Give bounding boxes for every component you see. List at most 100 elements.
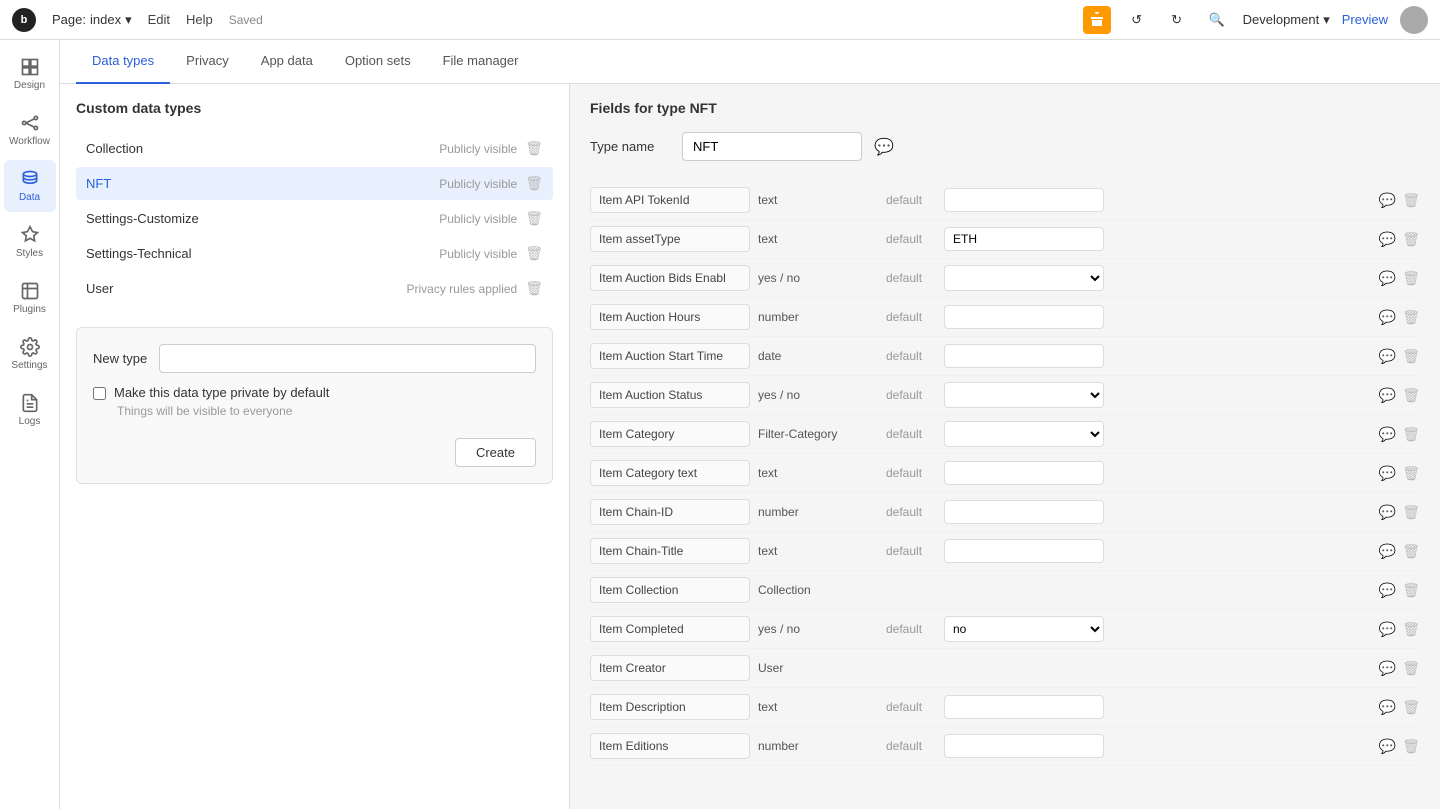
tab-option-sets[interactable]: Option sets xyxy=(329,40,427,84)
delete-icon[interactable]: 🗑 xyxy=(525,175,543,192)
comment-icon[interactable]: 💬 xyxy=(1379,465,1396,482)
new-type-input[interactable] xyxy=(159,344,536,373)
field-default-select[interactable]: yesno xyxy=(944,421,1104,447)
avatar[interactable] xyxy=(1400,6,1428,34)
tab-app-data[interactable]: App data xyxy=(245,40,329,84)
delete-icon[interactable]: 🗑 xyxy=(525,280,543,297)
delete-icon[interactable]: 🗑 xyxy=(1402,699,1420,716)
delete-icon[interactable]: 🗑 xyxy=(1402,582,1420,599)
delete-icon[interactable]: 🗑 xyxy=(1402,543,1420,560)
delete-icon[interactable]: 🗑 xyxy=(525,245,543,262)
env-chevron-icon: ▾ xyxy=(1323,12,1330,28)
field-default-label: default xyxy=(886,232,936,246)
data-type-name: User xyxy=(86,281,113,296)
saved-status: Saved xyxy=(229,13,263,27)
private-checkbox[interactable] xyxy=(93,387,106,400)
delete-icon[interactable]: 🗑 xyxy=(1402,192,1420,209)
field-default-select[interactable]: yesno xyxy=(944,265,1104,291)
tabs-bar: Data types Privacy App data Option sets … xyxy=(60,40,1440,84)
comment-icon[interactable]: 💬 xyxy=(1379,582,1396,599)
field-default-input[interactable] xyxy=(944,500,1104,524)
comment-icon[interactable]: 💬 xyxy=(1379,348,1396,365)
field-default-input[interactable] xyxy=(944,539,1104,563)
field-type: date xyxy=(758,349,878,363)
delete-icon[interactable]: 🗑 xyxy=(1402,465,1420,482)
field-default-select[interactable]: yesno xyxy=(944,616,1104,642)
sidebar-item-design[interactable]: Design xyxy=(4,48,56,100)
sidebar-item-data[interactable]: Data xyxy=(4,160,56,212)
preview-button[interactable]: Preview xyxy=(1342,12,1388,27)
delete-icon[interactable]: 🗑 xyxy=(1402,309,1420,326)
sidebar-item-styles[interactable]: Styles xyxy=(4,216,56,268)
tab-privacy[interactable]: Privacy xyxy=(170,40,245,84)
comment-icon[interactable]: 💬 xyxy=(1379,309,1396,326)
sidebar-item-plugins[interactable]: Plugins xyxy=(4,272,56,324)
search-icon[interactable]: 🔍 xyxy=(1203,6,1231,34)
field-default-label: default xyxy=(886,427,936,441)
field-default-label: default xyxy=(886,271,936,285)
field-default-input[interactable] xyxy=(944,734,1104,758)
field-name: Item Auction Status xyxy=(590,382,750,408)
help-menu[interactable]: Help xyxy=(186,12,213,27)
comment-icon[interactable]: 💬 xyxy=(874,137,894,157)
page-label: Page: xyxy=(52,12,86,27)
sidebar-item-workflow[interactable]: Workflow xyxy=(4,104,56,156)
edit-menu[interactable]: Edit xyxy=(148,12,170,27)
field-name: Item Auction Bids Enabl xyxy=(590,265,750,291)
comment-icon[interactable]: 💬 xyxy=(1379,543,1396,560)
comment-icon[interactable]: 💬 xyxy=(1379,231,1396,248)
chevron-down-icon[interactable]: ▾ xyxy=(125,12,132,28)
comment-icon[interactable]: 💬 xyxy=(1379,660,1396,677)
comment-icon[interactable]: 💬 xyxy=(1379,621,1396,638)
field-type: text xyxy=(758,232,878,246)
comment-icon[interactable]: 💬 xyxy=(1379,270,1396,287)
sidebar-item-logs[interactable]: Logs xyxy=(4,384,56,436)
delete-icon[interactable]: 🗑 xyxy=(1402,621,1420,638)
data-type-item[interactable]: Settings-Customize Publicly visible 🗑 xyxy=(76,202,553,235)
table-row: Item Editionsnumberdefault 💬 🗑 xyxy=(590,727,1420,766)
gift-icon[interactable] xyxy=(1083,6,1111,34)
type-name-input[interactable] xyxy=(682,132,862,161)
field-default-select[interactable]: yesno xyxy=(944,382,1104,408)
field-actions: 💬 🗑 xyxy=(1379,309,1420,326)
tab-file-manager[interactable]: File manager xyxy=(427,40,535,84)
comment-icon[interactable]: 💬 xyxy=(1379,426,1396,443)
field-default-input[interactable] xyxy=(944,188,1104,212)
delete-icon[interactable]: 🗑 xyxy=(1402,426,1420,443)
data-type-visibility: Privacy rules applied 🗑 xyxy=(407,280,544,297)
field-default-input[interactable] xyxy=(944,305,1104,329)
page-selector[interactable]: Page: index ▾ xyxy=(52,12,132,28)
delete-icon[interactable]: 🗑 xyxy=(525,210,543,227)
table-row: Item Auction Hoursnumberdefault 💬 🗑 xyxy=(590,298,1420,337)
delete-icon[interactable]: 🗑 xyxy=(1402,231,1420,248)
delete-icon[interactable]: 🗑 xyxy=(1402,738,1420,755)
field-default-label: default xyxy=(886,622,936,636)
undo-icon[interactable]: ↺ xyxy=(1123,6,1151,34)
field-default-input[interactable] xyxy=(944,695,1104,719)
comment-icon[interactable]: 💬 xyxy=(1379,504,1396,521)
tab-data-types[interactable]: Data types xyxy=(76,40,170,84)
data-type-item[interactable]: NFT Publicly visible 🗑 xyxy=(76,167,553,200)
delete-icon[interactable]: 🗑 xyxy=(1402,387,1420,404)
data-type-item[interactable]: User Privacy rules applied 🗑 xyxy=(76,272,553,305)
field-default-input[interactable] xyxy=(944,461,1104,485)
delete-icon[interactable]: 🗑 xyxy=(1402,660,1420,677)
delete-icon[interactable]: 🗑 xyxy=(525,140,543,157)
data-type-item[interactable]: Collection Publicly visible 🗑 xyxy=(76,132,553,165)
create-button[interactable]: Create xyxy=(455,438,536,467)
redo-icon[interactable]: ↻ xyxy=(1163,6,1191,34)
field-default-input[interactable] xyxy=(944,344,1104,368)
comment-icon[interactable]: 💬 xyxy=(1379,738,1396,755)
data-type-item[interactable]: Settings-Technical Publicly visible 🗑 xyxy=(76,237,553,270)
field-name: Item Chain-ID xyxy=(590,499,750,525)
delete-icon[interactable]: 🗑 xyxy=(1402,504,1420,521)
comment-icon[interactable]: 💬 xyxy=(1379,192,1396,209)
comment-icon[interactable]: 💬 xyxy=(1379,699,1396,716)
field-default-input[interactable] xyxy=(944,227,1104,251)
comment-icon[interactable]: 💬 xyxy=(1379,387,1396,404)
delete-icon[interactable]: 🗑 xyxy=(1402,270,1420,287)
sidebar-item-settings[interactable]: Settings xyxy=(4,328,56,380)
environment-selector[interactable]: Development ▾ xyxy=(1243,12,1330,28)
delete-icon[interactable]: 🗑 xyxy=(1402,348,1420,365)
sidebar-item-label: Settings xyxy=(11,360,47,371)
